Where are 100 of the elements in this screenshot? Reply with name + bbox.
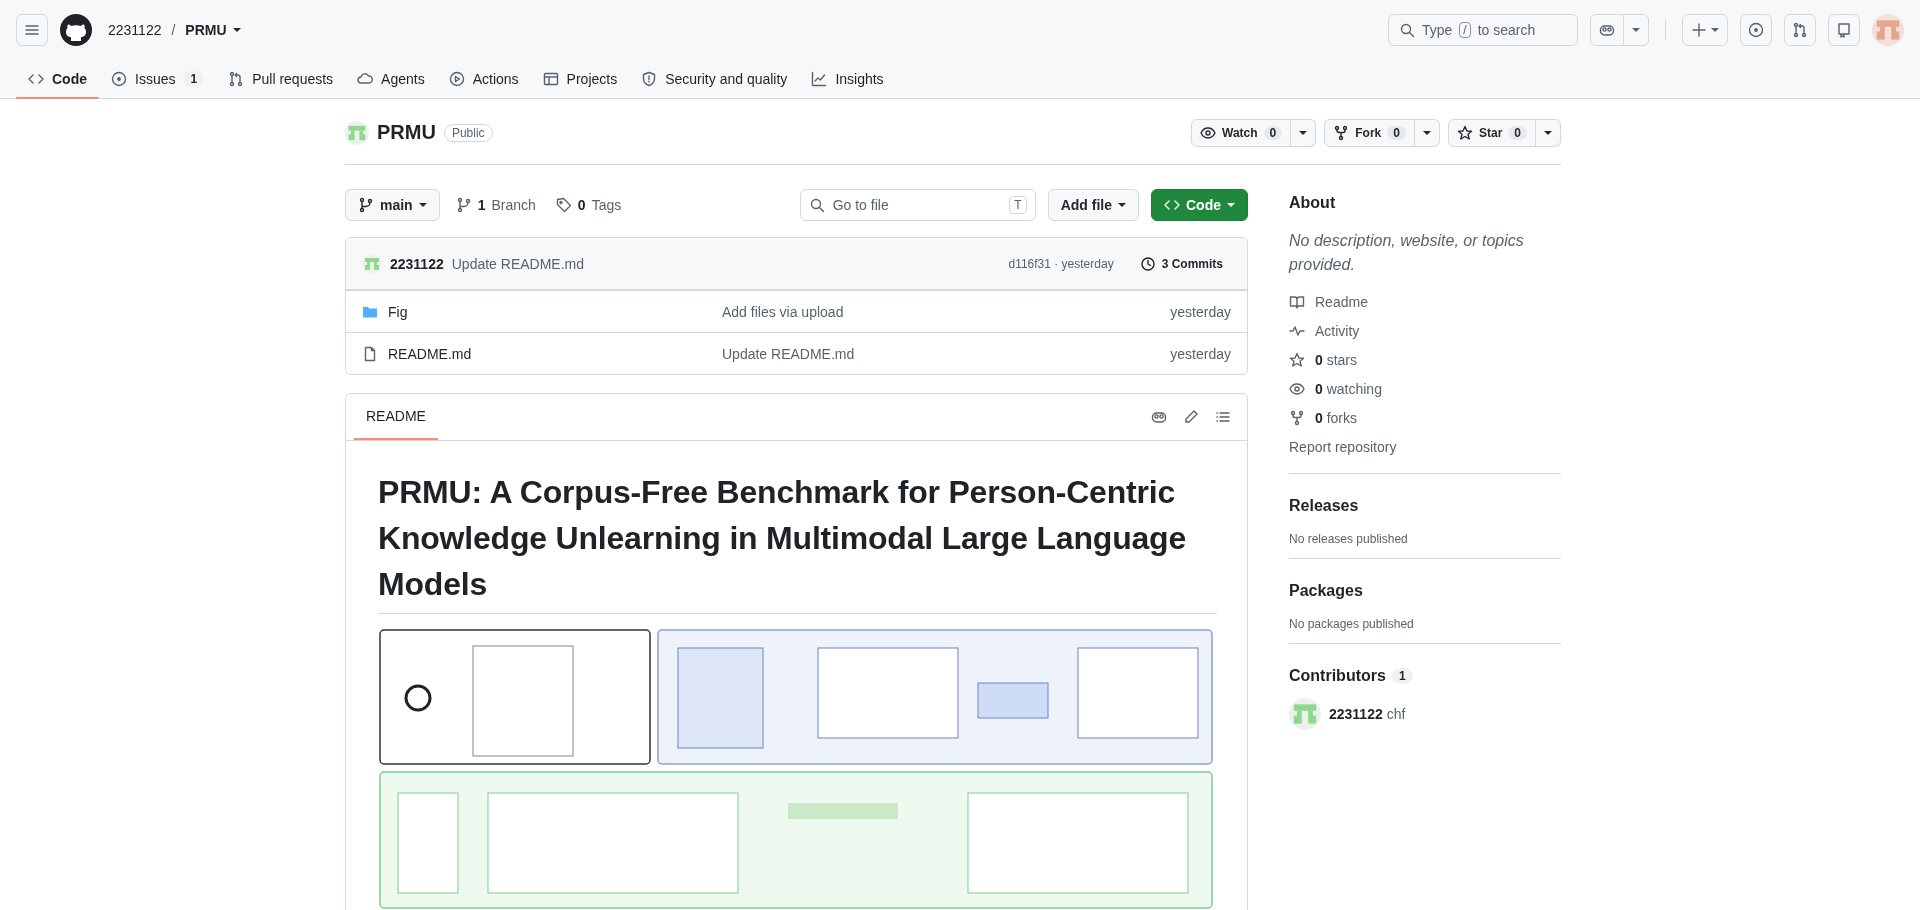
nav-tab[interactable]: Issues 1: [99, 60, 217, 98]
nav-tab[interactable]: Projects: [530, 60, 630, 98]
caret-icon: [1422, 130, 1431, 135]
avatar: [1289, 698, 1321, 730]
caret-icon: [1711, 28, 1719, 32]
file-name[interactable]: Fig: [388, 303, 408, 320]
commit-message[interactable]: Update README.md: [722, 345, 1171, 362]
caret-icon: [1632, 28, 1640, 32]
caret-icon: [1227, 203, 1235, 207]
menu-button[interactable]: [16, 14, 48, 46]
branch-icon: [455, 197, 472, 213]
nav-tab[interactable]: Security and quality: [629, 60, 800, 98]
branches-link[interactable]: 1 Branch: [451, 197, 540, 213]
file-name[interactable]: README.md: [388, 345, 472, 362]
tag-icon: [555, 197, 572, 213]
issues-button[interactable]: [1740, 14, 1772, 46]
search-icon: [808, 197, 825, 213]
book-icon: [1836, 22, 1852, 38]
book-icon: [1289, 293, 1305, 310]
fork-icon: [1289, 409, 1305, 426]
report-link[interactable]: Report repository: [1289, 432, 1561, 461]
pull-request-icon: [1792, 22, 1808, 38]
count-badge: 1: [183, 71, 205, 87]
section-heading[interactable]: Releases: [1289, 494, 1561, 518]
repo-link[interactable]: PRMU: [185, 22, 227, 38]
dropdown-button[interactable]: [1291, 118, 1317, 147]
count-badge: 1: [1391, 668, 1413, 684]
branch-selector[interactable]: main: [345, 189, 440, 221]
activity-link[interactable]: Activity: [1289, 316, 1561, 345]
section-heading[interactable]: Contributors: [1289, 664, 1386, 688]
star-icon: [1456, 124, 1473, 141]
go-to-file-field[interactable]: Go to file T: [799, 189, 1036, 221]
section-heading[interactable]: Packages: [1289, 579, 1561, 603]
nav-tab[interactable]: Insights: [799, 60, 896, 98]
star-icon: [1289, 351, 1305, 368]
empty-note: No releases published: [1289, 532, 1409, 546]
watching-link[interactable]: 0 watching: [1289, 374, 1561, 403]
copilot-button[interactable]: [1590, 14, 1649, 46]
forks-link[interactable]: 0 forks: [1289, 403, 1561, 432]
pencil-icon: [1183, 409, 1199, 425]
repositories-button[interactable]: [1828, 14, 1860, 46]
empty-note: No packages published: [1289, 617, 1415, 631]
cloud-icon: [357, 71, 374, 87]
commit-time: yesterday: [1170, 303, 1231, 320]
about-heading: About: [1289, 193, 1337, 213]
list-icon: [1215, 409, 1231, 425]
fork-button[interactable]: Fork 0: [1324, 118, 1415, 147]
commits-link[interactable]: 3 Commits: [1131, 251, 1231, 276]
commit-hash[interactable]: d116f31 · yesterday: [1008, 256, 1114, 271]
count-badge: 0: [1263, 125, 1283, 140]
nav-tab[interactable]: Pull requests: [216, 60, 346, 98]
star-button[interactable]: Star 0: [1447, 118, 1536, 147]
caret-icon: [232, 28, 241, 32]
graph-icon: [811, 71, 828, 87]
clock-icon: [1139, 255, 1156, 272]
search-field[interactable]: Type / to search: [1388, 14, 1578, 46]
caret-icon: [1544, 130, 1552, 135]
branch-icon: [358, 197, 374, 213]
code-button[interactable]: Code: [1151, 189, 1248, 221]
caret-icon: [418, 203, 427, 207]
create-button[interactable]: [1682, 14, 1728, 46]
avatar: [345, 120, 369, 145]
repo-description: No description, website, or topics provided.: [1289, 231, 1525, 275]
add-file-button[interactable]: Add file: [1047, 189, 1139, 221]
play-icon: [448, 71, 465, 87]
circle-dot-icon: [111, 71, 127, 87]
pull-request-icon: [228, 71, 245, 87]
path-separator: /: [171, 22, 176, 38]
count-badge: 0: [1387, 125, 1406, 140]
repo-name[interactable]: PRMU: [377, 121, 436, 144]
dropdown-button[interactable]: [1536, 118, 1561, 147]
fork-icon: [1333, 124, 1350, 141]
shield-icon: [641, 71, 658, 87]
commit-message[interactable]: Update README.md: [451, 255, 584, 272]
commit-message[interactable]: Add files via upload: [722, 303, 1171, 320]
nav-tab[interactable]: Actions: [436, 60, 531, 98]
eye-icon: [1200, 124, 1216, 141]
file-icon: [362, 345, 378, 362]
tags-link[interactable]: 0 Tags: [551, 197, 626, 213]
readme-title: PRMU: A Corpus-Free Benchmark for Person-Centric Knowledge Unlearning in Multimodal Large Language Models: [378, 469, 1217, 614]
plus-icon: [1691, 22, 1707, 38]
robot-icon: [1151, 409, 1167, 425]
watch-button[interactable]: Watch 0: [1191, 118, 1292, 147]
readme-tab[interactable]: README: [354, 394, 438, 440]
owner-link[interactable]: 2231122: [108, 22, 162, 38]
eye-icon: [1289, 380, 1305, 397]
robot-icon: [1599, 22, 1615, 38]
user-avatar: [1872, 14, 1904, 46]
search-hint: Type: [1422, 22, 1453, 38]
logo-icon: [60, 14, 92, 46]
readme-link[interactable]: Readme: [1289, 287, 1561, 316]
count-badge: 0: [1508, 125, 1527, 140]
contributor-name[interactable]: 2231122 chf: [1329, 706, 1406, 722]
nav-tab[interactable]: Code: [16, 60, 99, 98]
dropdown-button[interactable]: [1414, 118, 1440, 147]
nav-tab[interactable]: Agents: [345, 60, 437, 98]
menu-icon: [24, 22, 40, 38]
pull-requests-button[interactable]: [1784, 14, 1816, 46]
commit-author[interactable]: 2231122: [390, 255, 444, 272]
stars-link[interactable]: 0 stars: [1289, 345, 1561, 374]
